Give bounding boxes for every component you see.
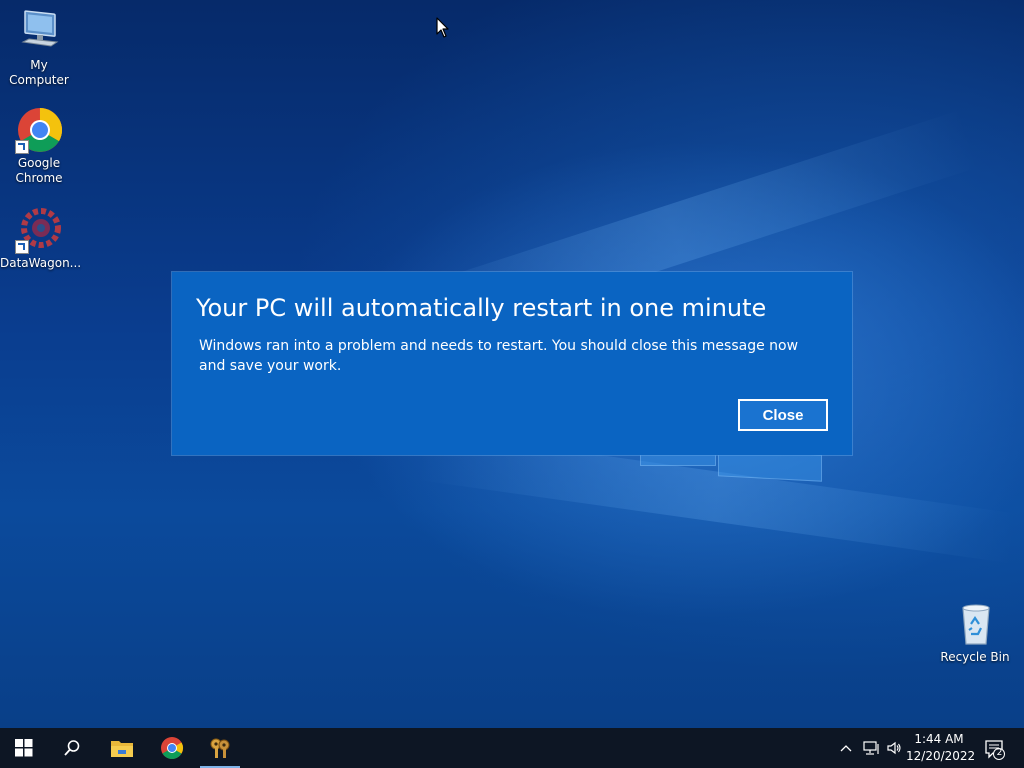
recycle-bin-icon: [951, 600, 999, 648]
app-keys-icon: [210, 738, 230, 758]
clock-time: 1:44 AM: [914, 732, 964, 746]
desktop-icon-datawagon[interactable]: DataWagon...: [0, 206, 82, 271]
desktop-background: My Computer Google Chrome DataWagon... R…: [0, 0, 1024, 728]
desktop-icon-label: DataWagon...: [0, 256, 82, 270]
action-center-button[interactable]: 2: [984, 738, 1006, 760]
search-button[interactable]: [48, 728, 96, 768]
datawagon-icon: [15, 206, 63, 254]
desktop-icon-label: Recycle Bin: [940, 650, 1010, 664]
shortcut-arrow-icon: [15, 240, 29, 254]
windows-start-icon: [15, 739, 33, 757]
start-button[interactable]: [0, 728, 48, 768]
shortcut-arrow-icon: [15, 140, 29, 154]
notification-count: 2: [996, 748, 1003, 758]
chevron-up-icon[interactable]: [838, 740, 854, 756]
volume-icon[interactable]: [886, 740, 902, 756]
restart-notification-dialog: Your PC will automatically restart in on…: [172, 272, 852, 455]
desktop-icon-my-computer[interactable]: My Computer: [0, 8, 78, 88]
taskbar: 1:44 AM 12/20/2022 2: [0, 728, 1024, 768]
mouse-cursor-icon: [436, 17, 450, 43]
dialog-message: Windows ran into a problem and needs to …: [199, 338, 799, 374]
clock-date: 12/20/2022: [906, 749, 976, 763]
desktop-icon-recycle-bin[interactable]: Recycle Bin: [936, 600, 1014, 665]
network-icon[interactable]: [862, 740, 879, 756]
desktop-icon-label: Google Chrome: [15, 156, 63, 185]
taskbar-clock[interactable]: 1:44 AM 12/20/2022: [906, 731, 976, 765]
computer-icon: [15, 8, 63, 56]
close-button[interactable]: Close: [738, 399, 828, 431]
taskbar-chrome[interactable]: [148, 728, 196, 768]
desktop-icon-label: My Computer: [9, 58, 69, 87]
dialog-title: Your PC will automatically restart in on…: [196, 294, 767, 322]
chrome-icon: [161, 737, 183, 759]
chrome-icon: [15, 106, 63, 154]
taskbar-app-keys[interactable]: [196, 728, 244, 768]
search-icon: [64, 740, 80, 756]
desktop-icon-google-chrome[interactable]: Google Chrome: [0, 106, 78, 186]
file-explorer-icon: [111, 741, 133, 757]
taskbar-file-explorer[interactable]: [98, 728, 146, 768]
